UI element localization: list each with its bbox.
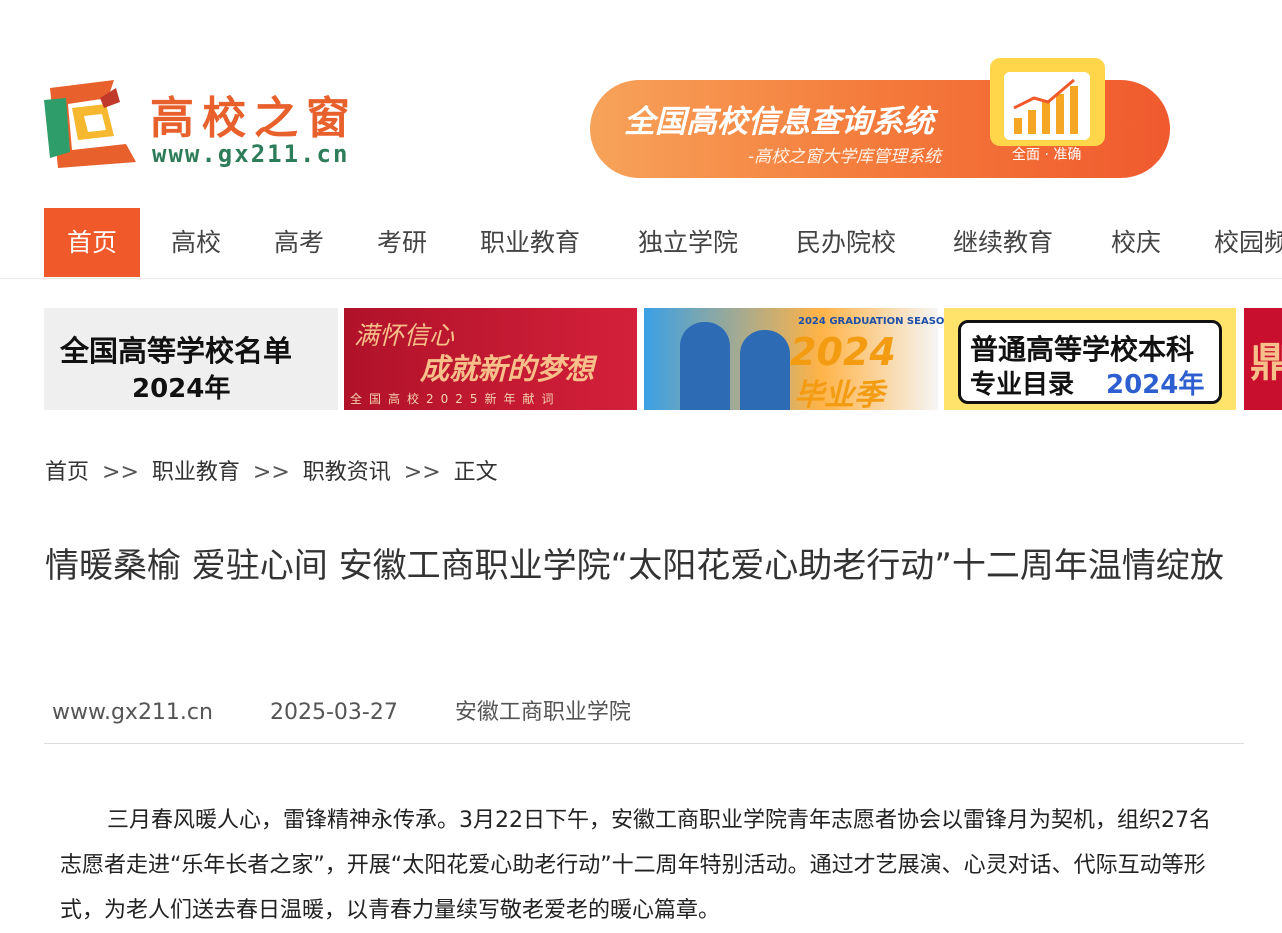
banner-text: 全国高校2025新年献词 (350, 392, 561, 406)
breadcrumb-home[interactable]: 首页 (45, 460, 89, 485)
breadcrumb-current: 正文 (453, 460, 498, 485)
breadcrumb-separator: >> (252, 460, 290, 485)
banner-text: 成就新的梦想 (420, 352, 595, 386)
banner-title: 全国高校信息查询系统 (624, 104, 934, 140)
promo-banner-new-year[interactable]: 满怀信心 成就新的梦想 全国高校2025新年献词 (344, 308, 637, 410)
breadcrumb-vocational-news[interactable]: 职教资讯 (303, 460, 391, 485)
nav-item-universities[interactable]: 高校 (171, 208, 221, 277)
banner-tagline: 全面 · 准确 (1012, 147, 1082, 163)
promo-banner-partial[interactable]: 鼎 (1244, 308, 1282, 410)
site-logo[interactable]: 高校之窗 www.gx211.cn (44, 78, 399, 170)
bar-chart-icon (1004, 72, 1090, 140)
nav-item-postgraduate[interactable]: 考研 (377, 208, 427, 277)
banner-text: 2024 GRADUATION SEASON (798, 316, 953, 327)
article-author: 安徽工商职业学院 (454, 700, 631, 725)
promo-banner-strip: 全国高等学校名单 2024年 满怀信心 成就新的梦想 全国高校2025新年献词 … (44, 308, 1282, 410)
nav-item-vocational[interactable]: 职业教育 (480, 208, 580, 277)
logo-title: 高校之窗 (150, 93, 358, 144)
nav-item-gaokao[interactable]: 高考 (274, 208, 324, 277)
banner-text: 全国高等学校名单 (60, 334, 293, 368)
main-nav: 首页 高校 高考 考研 职业教育 独立学院 民办院校 继续教育 校庆 校园频 (0, 208, 1282, 279)
nav-item-independent-college[interactable]: 独立学院 (638, 208, 738, 277)
article-date: 2025-03-27 (269, 700, 398, 725)
banner-text: 普通高等学校本科 (970, 333, 1195, 366)
banner-subtitle: -高校之窗大学库管理系统 (748, 147, 942, 167)
banner-text: 专业目录 (970, 370, 1075, 400)
article-title: 情暖桑榆 爱驻心间 安徽工商职业学院“太阳花爱心助老行动”十二周年温情绽放 (45, 546, 1224, 586)
promo-banner-graduation[interactable]: 2024 GRADUATION SEASON 2024 毕业季 (644, 308, 953, 410)
breadcrumb: 首页 >> 职业教育 >> 职教资讯 >> 正文 (45, 454, 498, 486)
banner-text: 2024年 (132, 374, 231, 404)
article-source: www.gx211.cn (52, 700, 213, 725)
banner-text: 鼎 (1250, 340, 1282, 386)
breadcrumb-vocational[interactable]: 职业教育 (152, 460, 240, 485)
university-search-banner[interactable]: 全国高校信息查询系统 -高校之窗大学库管理系统 全面 · 准确 (590, 58, 1172, 180)
nav-item-home[interactable]: 首页 (44, 208, 141, 277)
promo-banner-university-list[interactable]: 全国高等学校名单 2024年 (44, 308, 338, 410)
banner-text: 2024 (790, 330, 896, 374)
promo-banner-major-catalog[interactable]: 普通高等学校本科 专业目录 2024年 (944, 308, 1236, 410)
banner-text: 2024年 (1106, 370, 1205, 400)
site-header: 高校之窗 www.gx211.cn 全国高校信息查询系统 -高校之窗大学库管理系… (0, 0, 1282, 200)
logo-url: www.gx211.cn (152, 140, 350, 168)
nav-item-anniversary[interactable]: 校庆 (1111, 208, 1161, 277)
article-meta: www.gx211.cn 2025-03-27 安徽工商职业学院 (52, 694, 681, 726)
nav-item-campus[interactable]: 校园频 (1214, 208, 1282, 277)
graduate-figure-icon (740, 330, 790, 410)
nav-item-continuing-education[interactable]: 继续教育 (953, 208, 1053, 277)
nav-item-private-college[interactable]: 民办院校 (796, 208, 896, 277)
banner-text: 毕业季 (794, 378, 884, 410)
divider (44, 743, 1244, 744)
breadcrumb-separator: >> (403, 460, 441, 485)
logo-mark-icon (44, 80, 136, 168)
graduate-figure-icon (680, 322, 730, 410)
article-paragraph: 三月春风暖人心，雷锋精神永传承。3月22日下午，安徽工商职业学院青年志愿者协会以… (60, 808, 1211, 923)
breadcrumb-separator: >> (102, 460, 139, 485)
